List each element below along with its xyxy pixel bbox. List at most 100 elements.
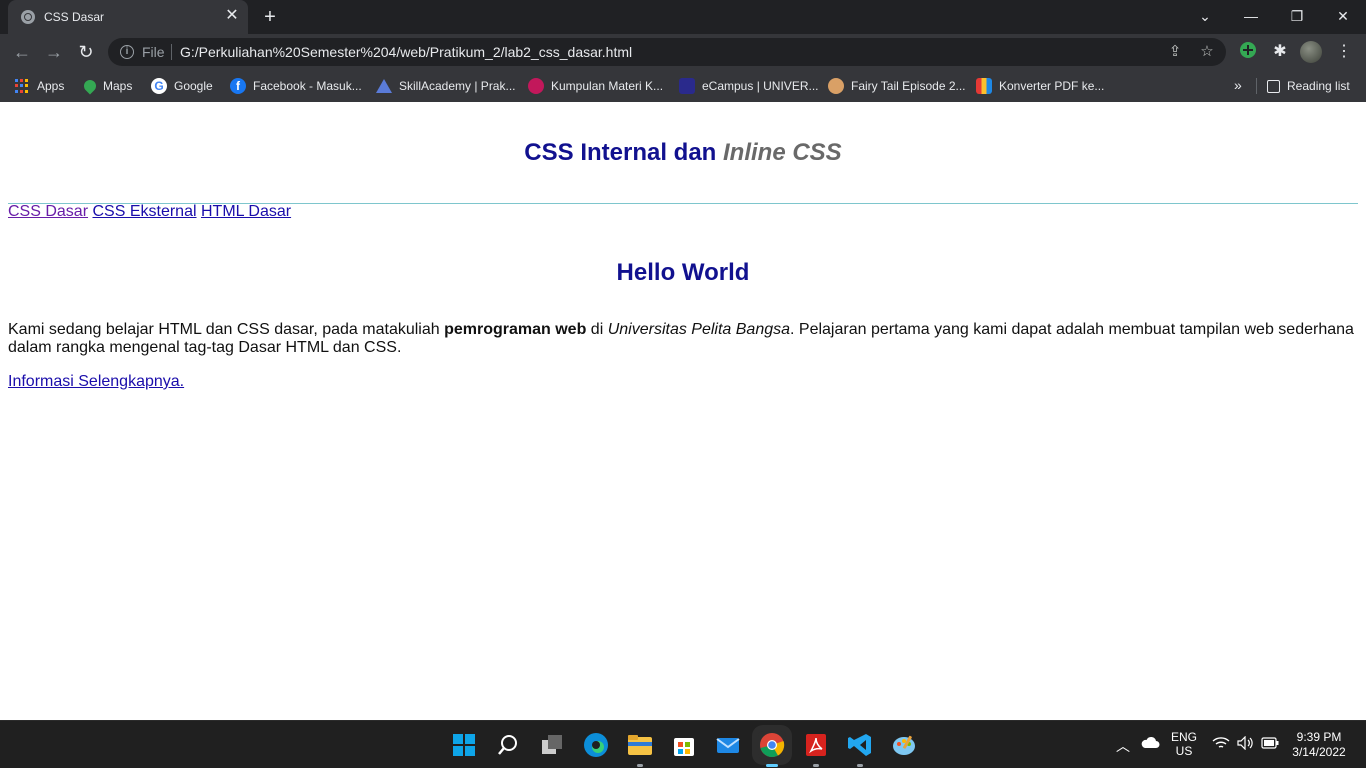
para-text-2: di (586, 321, 608, 338)
acrobat-icon (806, 734, 826, 756)
menu-dots-icon[interactable]: ⋮ (1333, 41, 1355, 63)
running-indicator (813, 764, 819, 767)
skillacademy-icon (376, 79, 392, 93)
clock-time: 9:39 PM (1296, 730, 1342, 744)
profile-avatar[interactable] (1300, 41, 1322, 63)
browser-chrome: CSS Dasar ✕ + ⌄ — ❐ ✕ ← → ↻ i File G:/Pe… (0, 0, 1366, 102)
bookmarks-overflow-button[interactable]: » (1234, 77, 1242, 93)
minimize-button[interactable]: — (1237, 4, 1265, 28)
pdf-converter-icon (976, 78, 992, 94)
close-icon[interactable]: ✕ (224, 8, 240, 24)
store-app[interactable] (670, 731, 698, 759)
windows-icon (453, 734, 475, 756)
start-button[interactable] (450, 731, 478, 759)
store-icon (674, 738, 694, 756)
para-italic: Universitas Pelita Bangsa (607, 321, 791, 338)
info-icon[interactable]: i (120, 45, 134, 59)
bookmark-label: Facebook - Masuk... (253, 79, 362, 93)
bookmark-facebook[interactable]: f Facebook - Masuk... (230, 77, 362, 95)
bookmark-konverter-pdf[interactable]: Konverter PDF ke... (976, 77, 1104, 95)
page-title-emphasis: Inline CSS (723, 139, 842, 166)
close-window-button[interactable]: ✕ (1329, 4, 1357, 28)
battery-icon[interactable] (1261, 737, 1279, 752)
volume-icon[interactable] (1237, 735, 1255, 753)
apps-grid-icon (14, 78, 30, 94)
toolbar: ← → ↻ i File G:/Perkuliahan%20Semester%2… (0, 34, 1366, 70)
reading-list-icon (1267, 79, 1280, 93)
intro-paragraph: Kami sedang belajar HTML dan CSS dasar, … (8, 321, 1360, 357)
para-bold: pemrograman web (444, 321, 587, 338)
search-icon (498, 735, 517, 755)
paint-app[interactable] (890, 731, 918, 759)
bookmark-label: Maps (103, 79, 133, 93)
clock[interactable]: 9:39 PM 3/14/2022 (1284, 730, 1354, 760)
forward-button[interactable]: → (42, 41, 66, 63)
tab-css-dasar[interactable]: CSS Dasar ✕ (8, 0, 248, 34)
bookmark-label: eCampus | UNIVER... (702, 79, 819, 93)
nav-link-html-dasar[interactable]: HTML Dasar (201, 203, 291, 220)
globe-icon (21, 10, 35, 24)
para-text-1: Kami sedang belajar HTML dan CSS dasar, … (8, 321, 445, 338)
mail-app[interactable] (714, 731, 742, 759)
language-indicator[interactable]: ENG US (1170, 730, 1198, 758)
new-tab-button[interactable]: + (259, 6, 281, 28)
restore-button[interactable]: ❐ (1283, 4, 1311, 28)
tab-title: CSS Dasar (44, 10, 105, 24)
reading-list-button[interactable]: Reading list (1267, 77, 1350, 95)
keyboard-layout: US (1175, 744, 1193, 758)
nav-links: CSS Dasar CSS Eksternal HTML Dasar (8, 203, 291, 221)
address-scheme: File (142, 44, 165, 60)
edge-app[interactable] (582, 731, 610, 759)
active-indicator (766, 764, 778, 767)
bookmarks-bar: Apps Maps G Google f Facebook - Masuk...… (0, 70, 1366, 102)
more-info-link[interactable]: Informasi Selengkapnya. (8, 373, 184, 391)
ecampus-icon (679, 78, 695, 94)
page-content: CSS Internal dan Inline CSS CSS Dasar CS… (0, 102, 1366, 720)
bookmark-fairy-tail[interactable]: Fairy Tail Episode 2... (828, 77, 966, 95)
back-button[interactable]: ← (10, 41, 34, 63)
star-icon[interactable]: ☆ (1198, 43, 1216, 61)
bookmark-label: Google (174, 79, 213, 93)
share-icon[interactable]: ⇪ (1166, 43, 1184, 61)
bookmark-kumpulan-materi[interactable]: Kumpulan Materi K... (528, 77, 663, 95)
edge-icon (584, 733, 608, 757)
vscode-app[interactable] (846, 731, 874, 767)
bookmark-maps[interactable]: Maps (81, 77, 133, 95)
reload-button[interactable]: ↻ (74, 41, 98, 63)
address-url[interactable]: G:/Perkuliahan%20Semester%204/web/Pratik… (180, 44, 632, 60)
bookmark-label: Konverter PDF ke... (999, 79, 1105, 93)
windows-taskbar: ︿ ENG US 9:39 PM 3/14/2022 (0, 720, 1366, 768)
bookmark-google[interactable]: G Google (151, 77, 213, 95)
address-bar[interactable]: i File G:/Perkuliahan%20Semester%204/web… (108, 38, 1226, 66)
language-code: ENG (1170, 730, 1197, 744)
address-separator (171, 44, 172, 60)
mail-icon (716, 738, 740, 753)
task-view-button[interactable] (538, 731, 566, 759)
materi-icon (528, 78, 544, 94)
show-hidden-icons-button[interactable]: ︿ (1116, 736, 1130, 756)
google-icon: G (151, 78, 167, 94)
running-indicator (637, 764, 643, 767)
fairytail-icon (828, 78, 844, 94)
acrobat-app[interactable] (802, 731, 830, 767)
page-title-text: CSS Internal dan (524, 139, 723, 166)
search-button[interactable] (494, 731, 522, 759)
bookmark-label: Apps (37, 79, 65, 93)
tab-search-icon[interactable]: ⌄ (1191, 4, 1219, 28)
onedrive-icon[interactable] (1140, 735, 1160, 752)
bookmark-skillacademy[interactable]: SkillAcademy | Prak... (376, 77, 515, 95)
chrome-app[interactable] (758, 731, 786, 767)
bookmark-ecampus[interactable]: eCampus | UNIVER... (679, 77, 818, 95)
clock-date: 3/14/2022 (1292, 745, 1346, 759)
file-explorer-app[interactable] (626, 731, 654, 767)
add-extension-icon[interactable] (1237, 41, 1259, 63)
extensions-puzzle-icon[interactable]: ✱ (1269, 41, 1291, 63)
bookmark-label: SkillAcademy | Prak... (399, 79, 516, 93)
wifi-icon[interactable] (1212, 736, 1230, 753)
maps-pin-icon (81, 77, 99, 95)
bookmark-apps[interactable]: Apps (14, 77, 64, 95)
chrome-icon (760, 733, 785, 758)
paint-icon (893, 735, 915, 755)
nav-link-css-eksternal[interactable]: CSS Eksternal (92, 203, 196, 220)
nav-link-css-dasar[interactable]: CSS Dasar (8, 203, 88, 220)
